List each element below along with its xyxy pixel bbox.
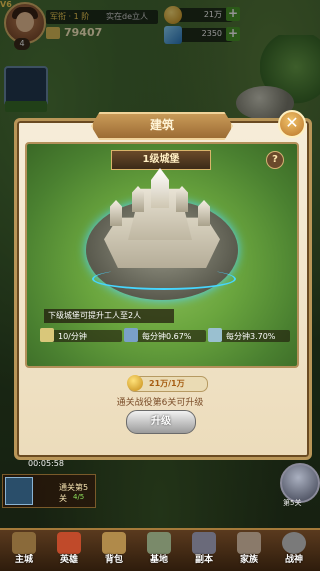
task-icon: [5, 477, 33, 505]
nav-label: 家族: [239, 555, 258, 565]
dungeon-icon: [192, 532, 216, 554]
boss-stage-label: 第5关: [283, 499, 302, 507]
gold-coin-icon: [127, 375, 143, 391]
bag-icon: [102, 532, 126, 554]
stat-attack-bonus: 每分钟0.67%: [124, 328, 206, 342]
wargod-icon: [282, 532, 306, 554]
stat-resource-bonus: 每分钟3.70%: [208, 328, 290, 342]
nav-hero[interactable]: 英雄: [47, 532, 91, 568]
countdown-timer: 00:05:58: [28, 459, 64, 468]
upgrade-description: 下级城堡可提升工人至2人: [44, 309, 174, 323]
nav-war-god[interactable]: 战神: [272, 532, 316, 568]
stat-attack-value: 每分钟0.67%: [142, 332, 192, 341]
help-button[interactable]: ?: [266, 151, 284, 169]
upgrade-button[interactable]: 升级: [126, 410, 196, 434]
base-icon: [147, 532, 171, 554]
nav-main-city[interactable]: 主城: [2, 532, 46, 568]
close-icon: ✕: [285, 113, 299, 132]
close-button[interactable]: ✕: [278, 110, 306, 138]
nav-label: 战神: [284, 555, 303, 565]
upgrade-cost-value: 21万/1万: [149, 379, 185, 388]
nav-base[interactable]: 基地: [137, 532, 181, 568]
family-icon: [237, 532, 261, 554]
nav-label: 主城: [14, 555, 33, 565]
nav-label: 英雄: [59, 555, 78, 565]
campaign-task[interactable]: 通关第5关 4/5: [2, 474, 96, 508]
task-progress: 4/5: [73, 493, 85, 501]
stat-production-value: 10/分钟: [58, 332, 87, 341]
nav-label: 基地: [149, 555, 168, 565]
unlock-requirement: 通关战役第6关可升级: [116, 398, 204, 408]
sword-icon: [124, 328, 138, 342]
nav-bag[interactable]: 背包: [92, 532, 136, 568]
building-level-label: 1级城堡: [111, 150, 211, 170]
hero-icon: [57, 532, 81, 554]
scroll-icon: [40, 328, 54, 342]
upgrade-cost: 21万/1万: [127, 375, 208, 392]
nav-label: 副本: [194, 555, 213, 565]
stat-resource-value: 每分钟3.70%: [226, 332, 276, 341]
dialog-title: 建筑: [91, 112, 233, 140]
crate-icon: [208, 328, 222, 342]
nav-label: 背包: [104, 555, 123, 565]
nav-family[interactable]: 家族: [227, 532, 271, 568]
nav-dungeon[interactable]: 副本: [182, 532, 226, 568]
boss-stage-button[interactable]: [280, 463, 320, 503]
castle-icon: [12, 532, 36, 554]
stat-production: 10/分钟: [40, 328, 122, 342]
castle-moat-glow: [92, 268, 236, 290]
